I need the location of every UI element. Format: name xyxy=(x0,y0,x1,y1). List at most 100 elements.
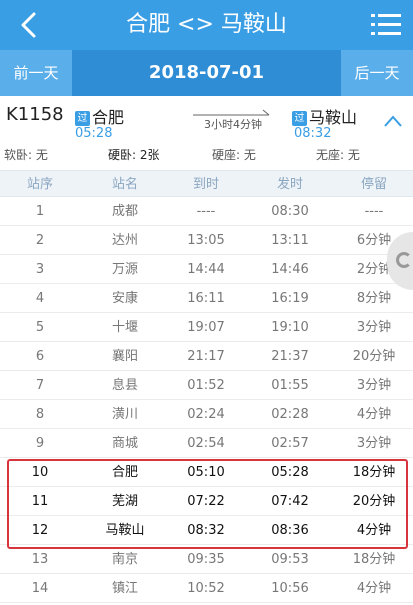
table-row[interactable]: 6 襄阳 21:17 21:37 20分钟 xyxy=(0,342,413,371)
station-name: 芜湖 xyxy=(111,494,138,509)
depart-time: 13:11 xyxy=(271,233,309,248)
prev-day-button[interactable]: 前一天 xyxy=(0,50,72,96)
table-row[interactable]: 11 芜湖 07:22 07:42 20分钟 xyxy=(0,487,413,516)
stop-number: 10 xyxy=(31,465,49,480)
col-arrive: 到时 xyxy=(192,177,219,192)
table-row[interactable]: 8 潢川 02:24 02:28 4分钟 xyxy=(0,400,413,429)
table-row[interactable]: 7 息县 01:52 01:55 3分钟 xyxy=(0,371,413,400)
stop-number: 9 xyxy=(35,436,45,451)
station-name: 十堰 xyxy=(111,320,138,335)
table-header: 站序 站名 到时 发时 停留 xyxy=(0,170,413,197)
stay-time: 18分钟 xyxy=(352,552,396,567)
arrive-time: 10:52 xyxy=(187,581,225,596)
stay-time: 4分钟 xyxy=(356,581,392,596)
table-row[interactable]: 12 马鞍山 08:32 08:36 4分钟 xyxy=(0,516,413,545)
next-day-button[interactable]: 后一天 xyxy=(341,50,413,96)
stop-number: 14 xyxy=(31,581,49,596)
stay-time: 4分钟 xyxy=(356,407,392,422)
station-name: 潢川 xyxy=(111,407,138,422)
col-stay: 停留 xyxy=(360,177,387,192)
seat-hard-sleeper: 硬卧: 2张 xyxy=(108,148,160,162)
depart-time: 08:30 xyxy=(271,204,309,219)
arrive-time: 16:11 xyxy=(187,291,225,306)
trip-duration: 3小时4分钟 xyxy=(204,118,262,131)
arrive-time: 05:10 xyxy=(187,465,225,480)
table-row[interactable]: 1 成都 ---- 08:30 ---- xyxy=(0,197,413,226)
depart-time: 07:42 xyxy=(271,494,309,509)
col-depart: 发时 xyxy=(276,177,303,192)
depart-time: 02:57 xyxy=(271,436,309,451)
stop-number: 6 xyxy=(35,349,45,364)
seat-soft-sleeper: 软卧: 无 xyxy=(4,148,48,162)
top-bar: 合肥 <> 马鞍山 xyxy=(0,0,413,50)
train-summary[interactable]: K1158 过合肥 05:28 3小时4分钟 过马鞍山 08:32 软卧: 无 … xyxy=(0,96,413,170)
arrive-time: 19:07 xyxy=(187,320,225,335)
station-name: 合肥 xyxy=(111,465,138,480)
table-row[interactable]: 2 达州 13:05 13:11 6分钟 xyxy=(0,226,413,255)
table-row[interactable]: 9 商城 02:54 02:57 3分钟 xyxy=(0,429,413,458)
stop-number: 1 xyxy=(35,204,45,219)
pass-badge: 过 xyxy=(75,111,90,126)
current-date[interactable]: 2018-07-01 xyxy=(72,50,341,96)
stay-time: 8分钟 xyxy=(356,291,392,306)
station-name: 马鞍山 xyxy=(105,523,145,538)
depart-time: 02:28 xyxy=(271,407,309,422)
station-name: 成都 xyxy=(111,204,138,219)
from-station-name: 合肥 xyxy=(92,108,125,127)
table-row[interactable]: 4 安康 16:11 16:19 8分钟 xyxy=(0,284,413,313)
to-station-name: 马鞍山 xyxy=(309,108,358,127)
chevron-up-icon[interactable] xyxy=(383,114,403,128)
depart-time: 09:53 xyxy=(271,552,309,567)
stay-time: 3分钟 xyxy=(356,436,392,451)
pass-badge: 过 xyxy=(292,111,307,126)
station-name: 南京 xyxy=(111,552,138,567)
col-station: 站名 xyxy=(111,177,138,192)
from-time: 05:28 xyxy=(75,126,113,141)
stop-number: 2 xyxy=(35,233,45,248)
table-row[interactable]: 13 南京 09:35 09:53 18分钟 xyxy=(0,545,413,574)
arrive-time: 21:17 xyxy=(187,349,225,364)
stop-number: 7 xyxy=(35,378,45,393)
stay-time: 20分钟 xyxy=(352,494,396,509)
station-name: 息县 xyxy=(111,378,138,393)
col-stop-number: 站序 xyxy=(26,177,53,192)
arrive-time: 13:05 xyxy=(187,233,225,248)
station-name: 襄阳 xyxy=(111,349,138,364)
arrive-time: 08:32 xyxy=(187,523,225,538)
arrive-time: 09:35 xyxy=(187,552,225,567)
train-number: K1158 xyxy=(6,104,64,125)
to-time: 08:32 xyxy=(294,126,332,141)
stop-number: 3 xyxy=(35,262,45,277)
stay-time: 3分钟 xyxy=(356,320,392,335)
hamburger-menu-icon[interactable] xyxy=(369,10,403,40)
stop-number: 12 xyxy=(31,523,49,538)
station-name: 万源 xyxy=(111,262,138,277)
stay-time: 4分钟 xyxy=(356,523,392,538)
depart-time: 19:10 xyxy=(271,320,309,335)
depart-time: 10:56 xyxy=(271,581,309,596)
stop-number: 13 xyxy=(31,552,49,567)
date-bar: 前一天 2018-07-01 后一天 xyxy=(0,50,413,96)
table-row[interactable]: 3 万源 14:44 14:46 2分钟 xyxy=(0,255,413,284)
table-row[interactable]: 5 十堰 19:07 19:10 3分钟 xyxy=(0,313,413,342)
depart-time: 14:46 xyxy=(271,262,309,277)
depart-time: 21:37 xyxy=(271,349,309,364)
arrive-time: 02:54 xyxy=(187,436,225,451)
station-name: 镇江 xyxy=(111,581,138,596)
arrive-time: 01:52 xyxy=(187,378,225,393)
stop-number: 5 xyxy=(35,320,45,335)
page-title: 合肥 <> 马鞍山 xyxy=(126,12,287,37)
stop-list: 1 成都 ---- 08:30 ---- 2 达州 13:05 13:11 6分钟 3 万源 14:44… xyxy=(0,197,413,603)
arrive-time: 02:24 xyxy=(187,407,225,422)
stop-number: 11 xyxy=(31,494,49,509)
stop-number: 4 xyxy=(35,291,45,306)
table-row[interactable]: 10 合肥 05:10 05:28 18分钟 xyxy=(0,458,413,487)
station-name: 商城 xyxy=(111,436,138,451)
depart-time: 05:28 xyxy=(271,465,309,480)
table-row[interactable]: 14 镇江 10:52 10:56 4分钟 xyxy=(0,574,413,603)
from-station: 过合肥 xyxy=(75,104,124,128)
seat-no-seat: 无座: 无 xyxy=(316,148,360,162)
stay-time: 3分钟 xyxy=(356,378,392,393)
arrive-time: 07:22 xyxy=(187,494,225,509)
arrive-time: ---- xyxy=(196,204,216,219)
